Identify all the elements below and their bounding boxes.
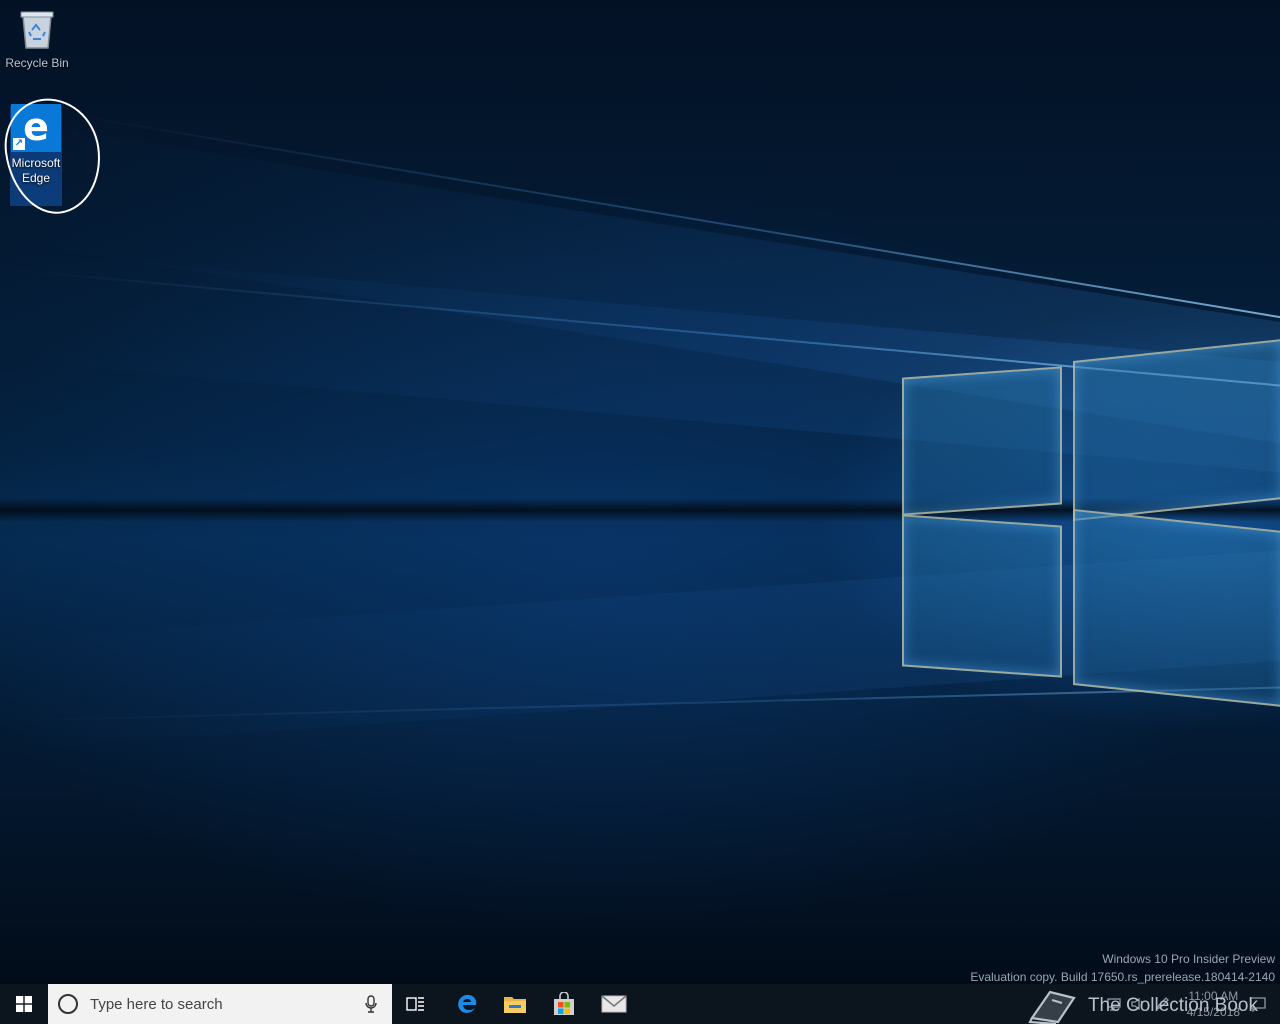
brand-text: The Collection Book — [1087, 995, 1258, 1016]
recycle-bin-shortcut[interactable]: Recycle Bin — [1, 6, 73, 71]
microphone-icon[interactable] — [356, 995, 386, 1013]
build-watermark: Windows 10 Pro Insider Preview Evaluatio… — [970, 950, 1275, 984]
task-view-button[interactable] — [392, 984, 440, 1024]
edge-label-line2: Edge — [21, 171, 51, 185]
windows-logo-pane-top-right — [1073, 338, 1280, 522]
watermark-line1: Windows 10 Pro Insider Preview — [1102, 952, 1275, 966]
microsoft-edge-shortcut[interactable]: e ↗ Microsoft Edge — [0, 104, 72, 210]
recycle-bin-label: Recycle Bin — [5, 56, 69, 70]
cortana-icon[interactable] — [58, 994, 78, 1014]
store-bag-icon — [554, 992, 574, 1015]
edge-icon: e ↗ — [11, 104, 61, 152]
edge-icon — [458, 994, 477, 1013]
task-view-icon — [406, 997, 424, 1011]
windows-logo-icon — [16, 996, 32, 1012]
recycle-bin-icon — [20, 10, 54, 50]
windows-logo-pane-bottom-right — [1073, 508, 1280, 708]
file-explorer-button[interactable] — [491, 984, 539, 1024]
mail-icon — [601, 995, 627, 1013]
search-input[interactable] — [88, 988, 356, 1020]
search-box[interactable] — [48, 984, 392, 1024]
store-button[interactable] — [540, 984, 588, 1024]
start-button[interactable] — [0, 984, 48, 1024]
windows-logo-pane-top-left — [902, 366, 1062, 516]
windows-logo-pane-bottom-left — [902, 514, 1062, 678]
mail-button[interactable] — [590, 984, 638, 1024]
taskbar-edge-button[interactable] — [443, 984, 491, 1024]
shortcut-arrow-icon: ↗ — [13, 138, 25, 150]
book-icon — [1028, 990, 1076, 1024]
brand-overlay: The Collection Book — [1026, 988, 1258, 1024]
edge-label-line1: Microsoft — [11, 156, 61, 170]
folder-icon — [504, 997, 526, 1013]
desktop-background[interactable]: Recycle Bin e ↗ Microsoft Edge Windows 1… — [0, 0, 1280, 984]
watermark-line2: Evaluation copy. Build 17650.rs_prerelea… — [970, 970, 1275, 984]
